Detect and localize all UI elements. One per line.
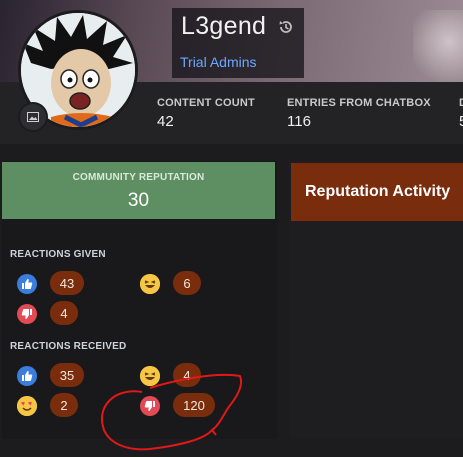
reaction-count-pill[interactable]: 120: [173, 393, 215, 417]
reaction-count-pill[interactable]: 6: [173, 271, 201, 295]
cover-glow: [413, 10, 463, 90]
stat-label-content-count: CONTENT COUNT: [157, 97, 255, 109]
reactions-received-title: REACTIONS RECEIVED: [10, 341, 127, 352]
reputation-label: COMMUNITY REPUTATION: [72, 172, 205, 183]
love-icon: [17, 396, 37, 416]
community-reputation-box: COMMUNITY REPUTATION 30: [2, 162, 275, 219]
haha-icon: [140, 274, 160, 294]
reaction-count-pill[interactable]: 4: [173, 363, 201, 387]
image-icon: [27, 112, 39, 122]
like-icon: [17, 366, 37, 386]
group-link[interactable]: Trial Admins: [180, 54, 257, 70]
reactions-given-title: REACTIONS GIVEN: [10, 249, 106, 260]
change-photo-button[interactable]: [18, 102, 48, 132]
reaction-count-pill[interactable]: 43: [50, 271, 84, 295]
stat-value-content-count: 42: [157, 113, 174, 130]
stat-label-cut: D: [459, 97, 463, 109]
stat-value-cut: 5: [459, 113, 463, 130]
stat-value-chatbox: 116: [287, 113, 311, 130]
reputation-value: 30: [127, 190, 150, 211]
haha-icon: [140, 366, 160, 386]
stat-label-chatbox: ENTRIES FROM CHATBOX: [287, 97, 431, 109]
reaction-count-pill[interactable]: 4: [50, 301, 78, 325]
reaction-count-pill[interactable]: 35: [50, 363, 84, 387]
dislike-icon: [140, 396, 160, 416]
history-icon[interactable]: [278, 19, 294, 40]
like-icon: [17, 274, 37, 294]
reaction-count-pill[interactable]: 2: [50, 393, 78, 417]
dislike-icon: [17, 304, 37, 324]
profile-name: L3gend: [181, 12, 267, 40]
reputation-activity-title: Reputation Activity: [305, 183, 451, 200]
